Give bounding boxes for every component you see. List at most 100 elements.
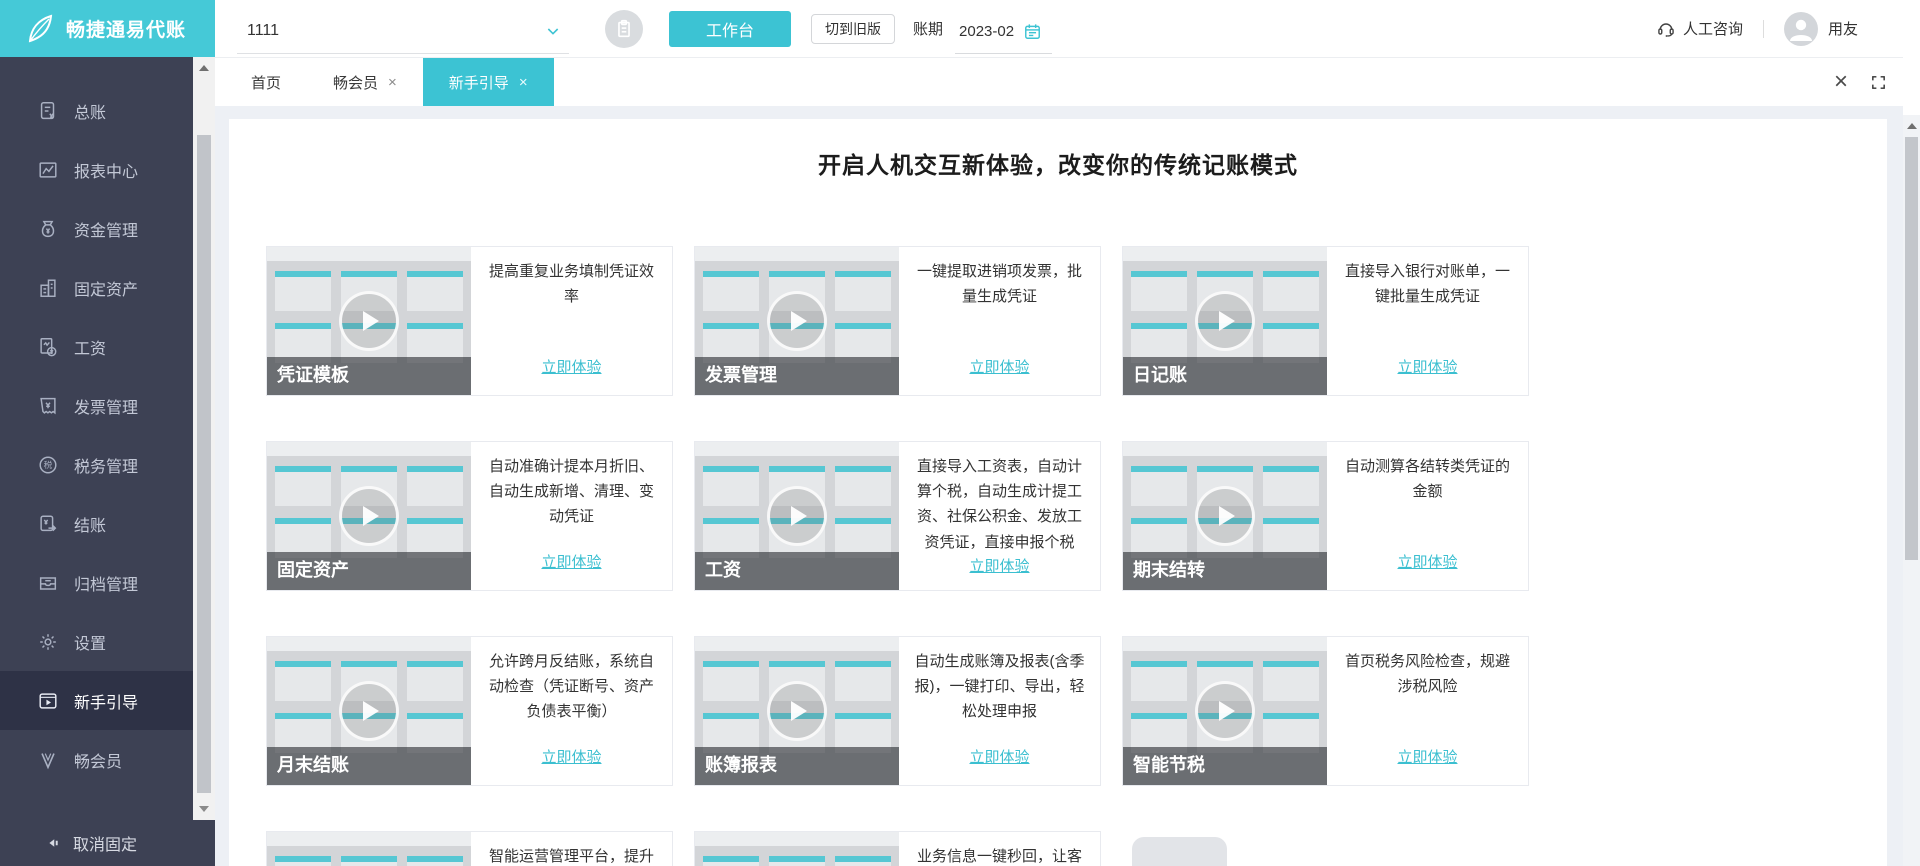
card-label: 固定资产	[277, 560, 349, 580]
sidebar-item-member[interactable]: 畅会员	[0, 730, 193, 789]
video-thumbnail[interactable]: 日记账	[1123, 247, 1327, 395]
clipboard-icon[interactable]	[605, 9, 643, 48]
sidebar-item-report-center[interactable]: 报表中心	[0, 140, 193, 199]
period-picker[interactable]: 2023-02	[955, 9, 1053, 54]
play-icon[interactable]	[339, 486, 399, 546]
fullscreen-icon[interactable]	[1870, 74, 1887, 91]
brand-feather-icon	[22, 12, 56, 46]
play-icon[interactable]	[767, 291, 827, 351]
guide-card-partial-left: 智能运营管理平台，提升立即体验	[266, 831, 673, 866]
experience-now-link[interactable]: 立即体验	[541, 356, 601, 377]
card-label: 发票管理	[705, 365, 777, 385]
tab-bar: 首页 畅会员 × 新手引导 × ×	[215, 57, 1903, 106]
play-icon[interactable]	[767, 681, 827, 741]
card-description: 自动生成账簿及报表(含季报)，一键打印、导出，轻松处理申报	[914, 653, 1085, 721]
guide-card-period-end-transfer: 期末结转 自动测算各结转类凭证的金额立即体验	[1122, 441, 1529, 591]
sidebar-item-closing[interactable]: 结账	[0, 494, 193, 553]
scroll-up-icon[interactable]	[193, 57, 215, 79]
experience-now-link[interactable]: 立即体验	[541, 551, 601, 572]
sidebar-item-label: 总账	[74, 104, 107, 122]
sidebar-item-label: 报表中心	[74, 163, 139, 181]
tab-home[interactable]: 首页	[225, 58, 307, 106]
sidebar-scrollbar[interactable]	[193, 57, 215, 820]
sidebar-item-label: 发票管理	[74, 399, 139, 417]
guide-card-partial-right	[1122, 831, 1529, 866]
sidebar-scrollbar-thumb[interactable]	[197, 135, 211, 793]
card-label: 账簿报表	[705, 755, 777, 775]
period-value: 2023-02	[959, 22, 1015, 40]
close-icon[interactable]: ×	[1834, 70, 1848, 94]
experience-now-link[interactable]: 立即体验	[969, 555, 1029, 576]
play-icon[interactable]	[1195, 291, 1255, 351]
tab-member[interactable]: 畅会员 ×	[307, 58, 423, 106]
gear-icon	[36, 630, 60, 654]
scroll-up-icon[interactable]	[1903, 115, 1920, 137]
experience-now-link[interactable]: 立即体验	[1397, 551, 1457, 572]
card-text: 允许跨月反结账，系统自动检查（凭证断号、资产负债表平衡） 立即体验	[471, 637, 672, 785]
main-scrollbar[interactable]	[1903, 57, 1920, 866]
card-label: 工资	[705, 560, 741, 580]
card-label: 月末结账	[277, 755, 349, 775]
play-icon[interactable]	[1195, 681, 1255, 741]
card-description: 直接导入工资表，自动计算个税，自动生成计提工资、社保公积金、发放工资凭证，直接申…	[916, 458, 1082, 551]
video-thumbnail[interactable]: 月末结账	[267, 637, 471, 785]
scroll-down-icon[interactable]	[193, 798, 215, 820]
tab-close-icon[interactable]: ×	[519, 75, 528, 90]
experience-now-link[interactable]: 立即体验	[1397, 356, 1457, 377]
card-description: 自动测算各结转类凭证的金额	[1344, 458, 1510, 501]
header-divider	[1762, 19, 1764, 38]
play-icon[interactable]	[339, 291, 399, 351]
video-thumbnail[interactable]: 发票管理	[695, 247, 899, 395]
video-thumbnail[interactable]	[695, 832, 899, 866]
experience-now-link[interactable]: 立即体验	[541, 746, 601, 767]
page-title: 开启人机交互新体验，改变你的传统记账模式	[818, 152, 1298, 178]
card-description: 首页税务风险检查，规避涉税风险	[1344, 653, 1510, 696]
sidebar-item-tax-management[interactable]: 税 税务管理	[0, 435, 193, 494]
sidebar-item-fund-management[interactable]: 资金管理	[0, 199, 193, 258]
experience-now-link[interactable]: 立即体验	[1397, 746, 1457, 767]
tab-close-icon[interactable]: ×	[388, 75, 397, 90]
guide-card-fixed-assets: 固定资产 自动准确计提本月折旧、自动生成新增、清理、变动凭证 立即体验	[266, 441, 673, 591]
card-text: 首页税务风险检查，规避涉税风险立即体验	[1327, 637, 1528, 785]
card-label: 日记账	[1133, 365, 1187, 385]
closing-icon	[36, 512, 60, 536]
card-description: 允许跨月反结账，系统自动检查（凭证断号、资产负债表平衡）	[488, 653, 654, 721]
video-thumbnail[interactable]: 凭证模板	[267, 247, 471, 395]
headset-icon	[1656, 19, 1676, 39]
account-selector-value: 1111	[247, 22, 280, 39]
sidebar-item-fixed-assets[interactable]: 固定资产	[0, 258, 193, 317]
main-scrollbar-thumb[interactable]	[1905, 137, 1918, 560]
play-icon[interactable]	[1195, 486, 1255, 546]
card-text: 直接导入工资表，自动计算个税，自动生成计提工资、社保公积金、发放工资凭证，直接申…	[899, 442, 1100, 590]
video-thumbnail[interactable]: 智能节税	[1123, 637, 1327, 785]
user-menu[interactable]: 用友	[1783, 11, 1858, 46]
card-text: 智能运营管理平台，提升立即体验	[471, 832, 672, 866]
account-selector[interactable]: 1111	[237, 10, 569, 54]
consult-button[interactable]: 人工咨询	[1656, 18, 1743, 39]
workbench-button[interactable]: 工作台	[669, 10, 791, 47]
tab-beginner-guide[interactable]: 新手引导 ×	[422, 58, 554, 106]
sidebar-item-beginner-guide[interactable]: 新手引导	[0, 671, 193, 730]
play-icon[interactable]	[767, 486, 827, 546]
sidebar-item-archive-management[interactable]: 归档管理	[0, 553, 193, 612]
sidebar-item-invoice-management[interactable]: 发票管理	[0, 376, 193, 435]
sidebar-item-label: 工资	[74, 340, 107, 358]
video-thumbnail[interactable]: 固定资产	[267, 442, 471, 590]
experience-now-link[interactable]: 立即体验	[969, 356, 1029, 377]
unpin-sidebar-button[interactable]: 取消固定	[0, 820, 215, 866]
video-thumbnail[interactable]	[267, 832, 471, 866]
sidebar-item-salary[interactable]: 工资	[0, 317, 193, 376]
member-icon	[36, 748, 60, 772]
video-thumbnail[interactable]: 工资	[695, 442, 899, 590]
experience-now-link[interactable]: 立即体验	[969, 746, 1029, 767]
calendar-icon	[1023, 22, 1042, 41]
play-icon[interactable]	[339, 681, 399, 741]
switch-old-version-button[interactable]: 切到旧版	[811, 13, 895, 44]
sidebar-item-general-ledger[interactable]: 总账	[0, 81, 193, 140]
video-thumbnail[interactable]: 账簿报表	[695, 637, 899, 785]
sidebar-item-settings[interactable]: 设置	[0, 612, 193, 671]
video-thumbnail	[1122, 831, 1326, 866]
guide-card-salary: 工资 直接导入工资表，自动计算个税，自动生成计提工资、社保公积金、发放工资凭证，直…	[694, 441, 1101, 591]
video-thumbnail[interactable]: 期末结转	[1123, 442, 1327, 590]
card-description: 智能运营管理平台，提升	[488, 848, 654, 865]
